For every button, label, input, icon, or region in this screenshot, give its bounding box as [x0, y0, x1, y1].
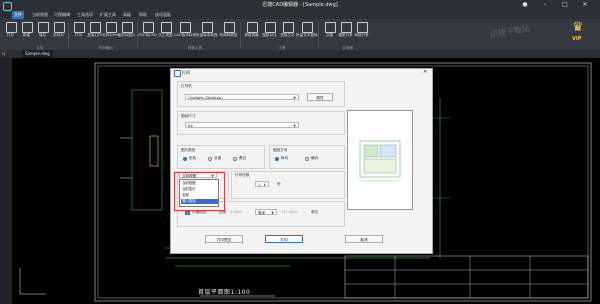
tab-tool-options[interactable]: 工具选项 [75, 11, 95, 19]
tab-extension-tools[interactable]: 扩展工具 [98, 11, 118, 19]
text-icon [283, 22, 294, 33]
folder-icon [6, 22, 17, 33]
copies-unit-label: 份 [277, 182, 281, 186]
cancel-button[interactable]: 取消 [345, 235, 383, 243]
tab-options-panel[interactable]: 选项面板 [153, 11, 173, 19]
tab-visual-edit[interactable]: 可视编辑 [52, 11, 72, 19]
printer-select[interactable]: OneNote (Desktop) ▼ [185, 94, 299, 100]
vip-badge[interactable]: ♛ VIP [562, 19, 600, 50]
print-dialog-icon [174, 70, 181, 77]
landscape-radio-label: 横向 [311, 156, 319, 160]
printer-icon [74, 22, 85, 33]
pdf-convert-icon [143, 22, 154, 33]
title-bar: 迅捷CAD编辑器 - [Sample.dwg] ● – □ ✕ [0, 0, 600, 11]
new-file-icon [22, 22, 33, 33]
close-icon[interactable]: ✕ [580, 1, 590, 9]
save-icon [38, 22, 49, 33]
view-icon [161, 22, 172, 33]
cad-version-convert-button[interactable]: CAD版本转换 [174, 21, 196, 45]
drawing-title: 首层平面图1:100 [198, 289, 251, 296]
portrait-radio-label: 纵向 [281, 156, 289, 160]
copies-stepper[interactable]: 1 ⬍ [255, 181, 269, 187]
dialog-header: 打印 ✕ [171, 69, 432, 77]
landscape-radio[interactable] [305, 157, 309, 161]
print-preview-pane [347, 110, 413, 210]
drawing-compare-button[interactable]: 图纸对比 [262, 21, 277, 45]
layout-icon [224, 22, 235, 33]
color-radio[interactable] [183, 157, 187, 161]
scale-number: 771.2621 [281, 210, 299, 214]
grayscale-radio-label: 灰度 [214, 156, 222, 160]
scale-value: 1:8000 [230, 210, 243, 214]
bw-radio-label: 黑白 [239, 156, 247, 160]
replace-icon [302, 22, 313, 33]
extract-table-button[interactable]: 提取表格 [244, 21, 259, 45]
batch-printer-icon [90, 22, 101, 33]
bw-radio[interactable] [233, 157, 237, 161]
properties-button[interactable]: 属性 [307, 93, 333, 101]
partial-share-icon [357, 22, 368, 33]
copies-label: 打印份数 [235, 173, 250, 177]
dialog-close-icon[interactable]: ✕ [423, 69, 427, 75]
compare-icon [265, 22, 276, 33]
cloud-icon [325, 22, 336, 33]
file-tab-sample[interactable]: Sample.dwg [22, 50, 53, 58]
stepper-arrows-icon: ⬍ [263, 183, 266, 187]
tab-advanced[interactable]: 高级 [121, 11, 133, 19]
chevron-down-icon: ▼ [293, 124, 296, 128]
print-color-section-label: 图片颜色 [181, 148, 196, 152]
batch-version-convert-button[interactable]: 批量版本转换 [196, 21, 218, 45]
crown-icon: ♛ [572, 20, 584, 35]
save-as-image-button[interactable]: 保存为图片 [118, 21, 135, 45]
batch-convert-icon [202, 22, 213, 33]
extract-text-button[interactable]: 提取文字 [280, 21, 295, 45]
menu-bar: 文件 当前视图 可视编辑 工具选项 扩展工具 高级 帮助 选项面板 [0, 11, 600, 19]
tab-file[interactable]: 文件 [12, 11, 24, 19]
layout-to-model-button[interactable]: 布局转模型 [220, 21, 237, 45]
unit-select[interactable]: 毫米 ▼ [255, 209, 277, 215]
maximize-icon[interactable]: □ [560, 1, 570, 9]
grayscale-radio[interactable] [208, 157, 212, 161]
version-convert-icon [180, 22, 191, 33]
print-preview-button[interactable]: 打印预览 [205, 235, 243, 243]
table-icon [247, 22, 258, 33]
image-icon [122, 22, 133, 33]
portrait-radio[interactable] [275, 157, 279, 161]
chevron-down-icon: ▼ [293, 96, 296, 100]
preview-thumbnail [359, 140, 401, 182]
partial-share-button[interactable]: 局部分享 [354, 21, 369, 45]
chevron-down-icon: ▼ [271, 211, 274, 215]
print-button-dialog[interactable]: 打印 [265, 235, 303, 243]
batch-text-replace-button[interactable]: 批量文字替换 [296, 21, 318, 45]
paper-section-label: 图纸尺寸 [181, 114, 196, 118]
orientation-section-label: 图纸方向 [273, 148, 288, 152]
tianzheng-view-button[interactable]: 天正视图 [158, 21, 173, 45]
color-radio-label: 彩色 [189, 156, 197, 160]
unit-label: 单位 [311, 210, 319, 214]
dialog-title: 打印 [182, 70, 190, 75]
pdf-icon [106, 22, 117, 33]
minimize-icon[interactable]: – [540, 1, 550, 9]
tab-current-view[interactable]: 当前视图 [30, 11, 50, 19]
tab-help[interactable]: 帮助 [137, 11, 149, 19]
paper-size-select[interactable]: A4 ▼ [185, 122, 299, 128]
file-tab-strip: ⌂ Sample.dwg [0, 50, 600, 58]
user-avatar-icon[interactable]: ● [520, 1, 530, 9]
printer-section-label: 打印机 [181, 84, 192, 88]
share-icon [341, 22, 352, 33]
highlight-annotation-box [174, 172, 225, 211]
window-title: 迅捷CAD编辑器 - [Sample.dwg] [262, 2, 338, 8]
home-icon[interactable]: ⌂ [2, 51, 8, 57]
save-as-icon [54, 22, 65, 33]
pdf-to-cad-button[interactable]: PDF转CAD [138, 21, 157, 45]
save-as-button[interactable]: 另存为 [51, 21, 66, 45]
